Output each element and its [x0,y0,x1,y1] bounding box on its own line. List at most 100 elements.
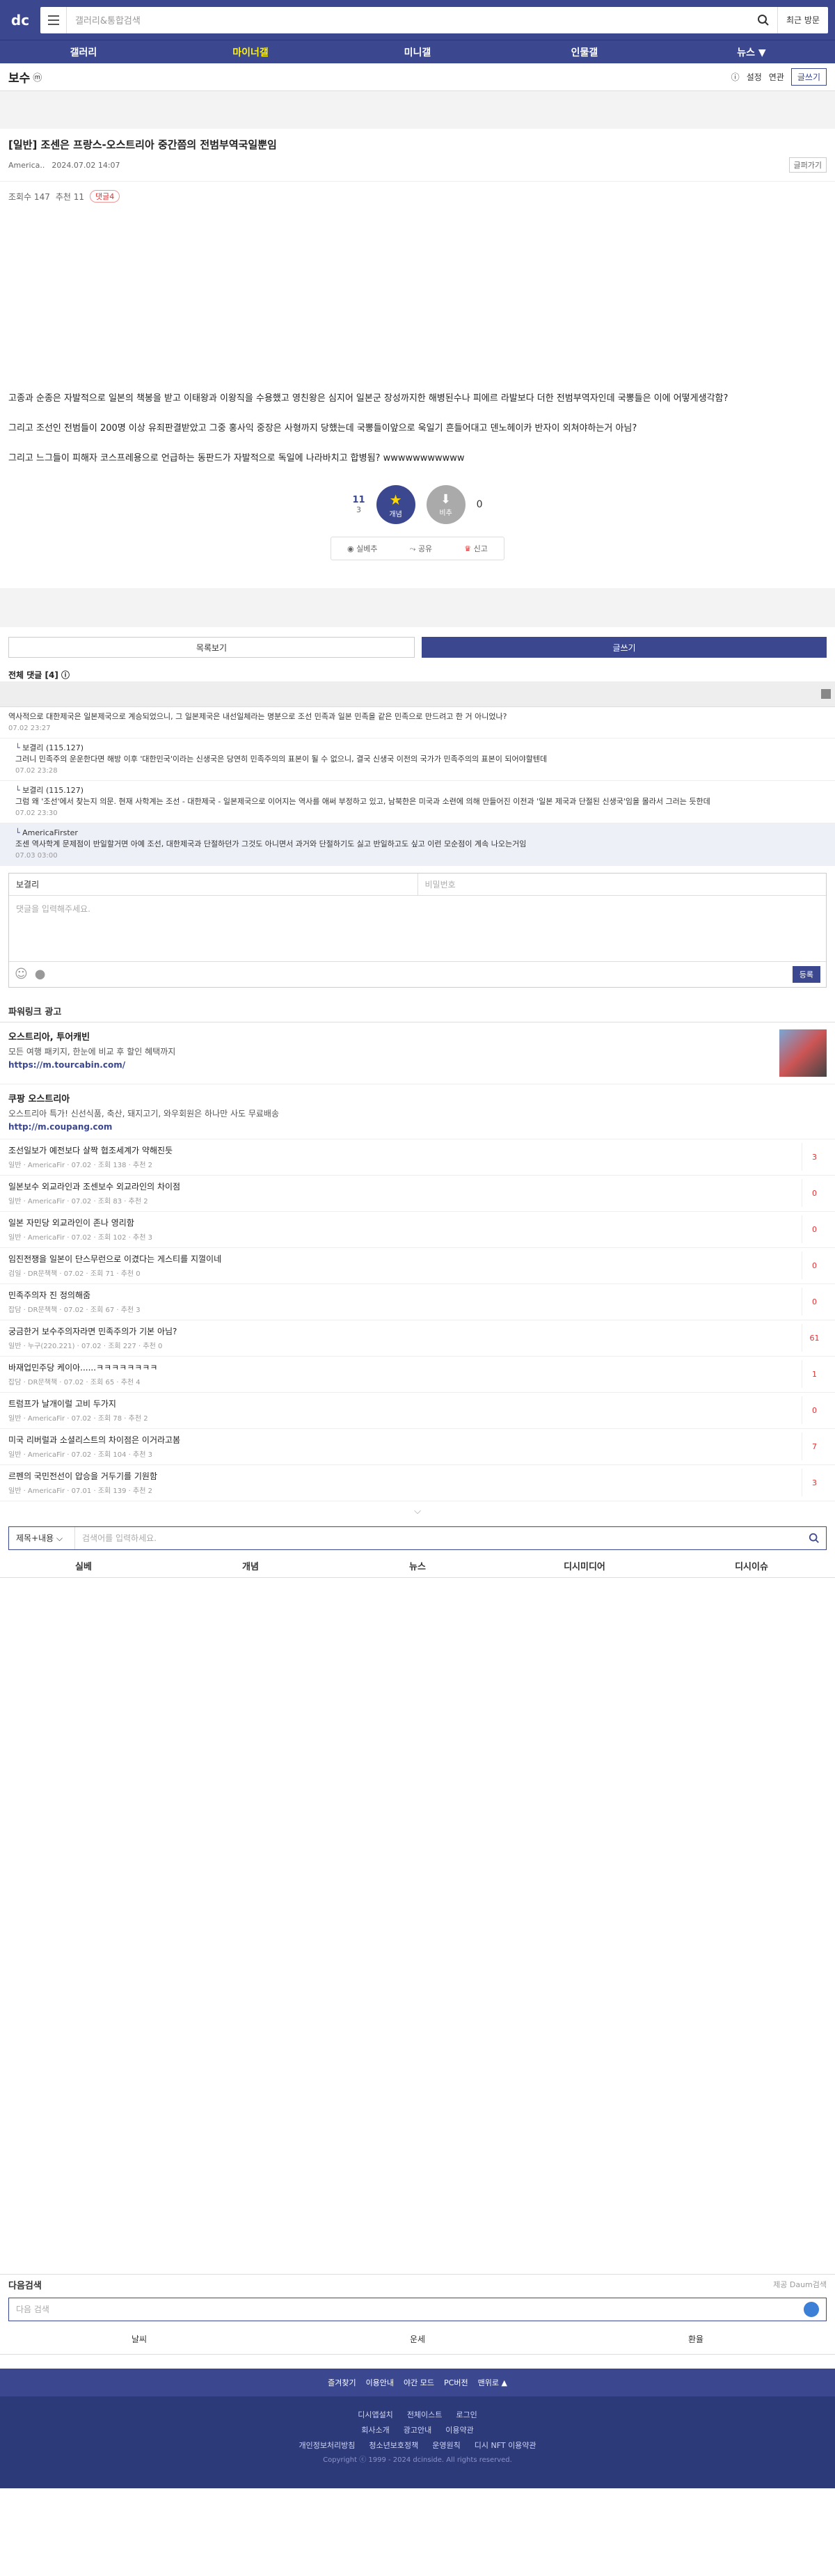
gallery-name[interactable]: 보수 [8,68,30,86]
post-list-comment-count[interactable]: 3 [802,1143,827,1171]
dc-logo[interactable]: dc [7,7,33,33]
nav-news[interactable]: 뉴스 ▼ [668,45,835,59]
daum-tab-exchange[interactable]: 환율 [557,2324,835,2354]
post-list-item[interactable]: 일본보수 외교라인과 조센보수 외교라인의 차이점 일반 · AmericaFir… [0,1176,835,1212]
menu-icon[interactable] [40,6,67,33]
best-recommend-button[interactable]: ◉ 실베추 [347,543,377,554]
daum-search-button[interactable] [804,2301,819,2317]
ad-item[interactable]: 오스트리아, 투어캐빈 모든 여행 패키지, 한눈에 비교 후 할인 혜택까지 … [0,1022,835,1084]
post-list-title[interactable]: 임진전쟁을 일본이 단스무런으로 이겼다는 게스티를 지껄이네 [8,1253,802,1265]
comment-submit-button[interactable]: 등록 [792,965,820,983]
info-icon[interactable]: ⓘ [731,71,740,83]
post-list-comment-count[interactable]: 61 [802,1324,827,1352]
post-list-title[interactable]: 일본보수 외교라인과 조센보수 외교라인의 차이점 [8,1180,802,1192]
post-list-comment-count[interactable]: 0 [802,1179,827,1208]
daum-tab-weather[interactable]: 날씨 [0,2324,278,2354]
post-list-item[interactable]: 궁금한거 보수주의자라면 민족주의가 기본 아님? 일반 · 누구(220.221… [0,1320,835,1357]
post-list-item[interactable]: 민족주의자 진 정의해줌 잡담 · DR문책책 · 07.02 · 조회 67 ·… [0,1284,835,1320]
post-list-title[interactable]: 트럼프가 날개이럴 고비 두가지 [8,1398,802,1409]
company-link[interactable]: 회사소개 [361,2423,389,2438]
pc-version-link[interactable]: PC버전 [444,2377,468,2388]
post-list-item[interactable]: 바재업민주당 케이아......ㅋㅋㅋㅋㅋㅋㅋㅋ 잡담 · DR문책책 · 07.… [0,1357,835,1393]
recent-visit-button[interactable]: 최근 방문 [777,6,828,33]
daum-tab-fortune[interactable]: 운세 [278,2324,557,2354]
post-list-item[interactable]: 조선일보가 예전보다 살짝 협조세계가 약해진듯 일반 · AmericaFir … [0,1139,835,1176]
youth-policy-link[interactable]: 청소년보호정책 [369,2438,418,2453]
nav-minor-gallery[interactable]: 마이너갤 [167,45,334,59]
post-list-title[interactable]: 조선일보가 예전보다 살짝 협조세계가 약해진듯 [8,1144,802,1156]
report-button[interactable]: ♛ 신고 [464,543,488,554]
ad-url[interactable]: http://m.coupang.com [8,1122,279,1132]
tab-dcissue[interactable]: 디시이슈 [668,1554,835,1577]
post-list-item[interactable]: 미국 리버럴과 소셜리스트의 차이점은 이거라고봄 일반 · AmericaFir… [0,1429,835,1465]
post-list-comment-count[interactable]: 0 [802,1288,827,1316]
all-list-link[interactable]: 전체이스트 [407,2408,443,2423]
ad-info-link[interactable]: 광고안내 [404,2423,431,2438]
bookmark-link[interactable]: 즐겨찾기 [328,2377,356,2388]
list-button[interactable]: 목록보기 [8,637,415,658]
ad-url[interactable]: https://m.tourcabin.com/ [8,1060,175,1070]
search-icon[interactable] [802,1533,826,1544]
comment-nick[interactable]: AmericaFirster [15,828,827,839]
search-input[interactable]: 갤러리&통합검색 [67,13,749,26]
app-install-link[interactable]: 디시앱설치 [358,2408,393,2423]
post-list-item[interactable]: 트럼프가 날개이럴 고비 두가지 일반 · AmericaFir · 07.02 … [0,1393,835,1429]
post-list-comment-count[interactable]: 3 [802,1469,827,1497]
search-icon[interactable] [749,7,777,33]
privacy-link[interactable]: 개인정보처리방침 [299,2438,355,2453]
nft-terms-link[interactable]: 디시 NFT 이용약관 [475,2438,536,2453]
ad-item[interactable]: 쿠팡 오스트리아 오스트리아 특가! 신선식품, 축산, 돼지고기, 와우회원은… [0,1084,835,1139]
night-mode-link[interactable]: 야간 모드 [404,2377,434,2388]
tab-dcmedia[interactable]: 디시미디어 [501,1554,668,1577]
downvote-button[interactable]: ⬇ 비추 [426,485,466,525]
tab-concept[interactable]: 개념 [167,1554,334,1577]
post-list-comment-count[interactable]: 0 [802,1251,827,1280]
voice-icon[interactable]: ● [35,967,46,981]
gallery-search-input[interactable]: 검색어를 입력하세요. [75,1532,802,1544]
post-list-comment-count[interactable]: 1 [802,1360,827,1389]
nav-gallery[interactable]: 갤러리 [0,45,167,59]
related-link[interactable]: 연관 [769,71,784,83]
chevron-down-icon[interactable]: ⌵ [0,1501,835,1522]
terms-link[interactable]: 이용약관 [445,2423,473,2438]
comment-password-input[interactable]: 비밀번호 [418,874,827,895]
upvote-button[interactable]: ★ 개념 [376,485,415,525]
write-button-top[interactable]: 글쓰기 [790,68,827,86]
tab-best[interactable]: 실베 [0,1554,167,1577]
ad-title[interactable]: 오스트리아, 투어캐빈 [8,1029,175,1043]
post-list-title[interactable]: 바재업민주당 케이아......ㅋㅋㅋㅋㅋㅋㅋㅋ [8,1361,802,1373]
post-list-item[interactable]: 르펜의 국민전선이 압승을 거두기를 기원함 일반 · AmericaFir · … [0,1465,835,1501]
post-list-comment-count[interactable]: 0 [802,1215,827,1244]
operation-policy-link[interactable]: 운영원칙 [432,2438,460,2453]
post-author[interactable]: America.. [8,161,45,170]
copy-post-button[interactable]: 글퍼가기 [788,157,827,173]
post-list-title[interactable]: 일본 자민당 외교라인이 존나 영리함 [8,1217,802,1228]
dccon-icon[interactable]: ☺ [15,967,28,981]
post-list-item[interactable]: 일본 자민당 외교라인이 존나 영리함 일반 · AmericaFir · 07.… [0,1212,835,1248]
comment-nick[interactable]: 보결리 (115.127) [15,785,827,797]
comment-textarea[interactable]: 댓글을 입력해주세요. [9,896,826,962]
comment-nick[interactable]: 보결리 (115.127) [15,743,827,754]
settings-link[interactable]: 설정 [747,71,762,83]
ad-thumbnail[interactable] [779,1029,827,1077]
write-button[interactable]: 글쓰기 [422,637,827,658]
nav-mini-gallery[interactable]: 미니갤 [334,45,501,59]
post-list-title[interactable]: 미국 리버럴과 소셜리스트의 차이점은 이거라고봄 [8,1434,802,1446]
post-list-title[interactable]: 민족주의자 진 정의해줌 [8,1289,802,1301]
nav-person-gallery[interactable]: 인물갤 [501,45,668,59]
post-list-comment-count[interactable]: 7 [802,1432,827,1461]
post-list-item[interactable]: 임진전쟁을 일본이 단스무런으로 이겼다는 게스티를 지껄이네 검일 · DR문책… [0,1248,835,1284]
comment-nick-input[interactable]: 보결리 [9,873,418,895]
tab-news[interactable]: 뉴스 [334,1554,501,1577]
guide-link[interactable]: 이용안내 [366,2377,394,2388]
post-list-title[interactable]: 궁금한거 보수주의자라면 민족주의가 기본 아님? [8,1325,802,1337]
post-list-title[interactable]: 르펜의 국민전선이 압승을 거두기를 기원함 [8,1470,802,1482]
ad-title[interactable]: 쿠팡 오스트리아 [8,1091,279,1105]
login-link[interactable]: 로그인 [456,2408,477,2423]
search-type-select[interactable]: 제목+내용 ⌵ [9,1526,75,1549]
close-icon[interactable] [821,689,831,700]
daum-search-input[interactable]: 다음 검색 [8,2297,827,2321]
share-button[interactable]: ⤳ 공유 [410,543,433,554]
scroll-top-link[interactable]: 맨위로 ▲ [478,2377,507,2388]
post-list-comment-count[interactable]: 0 [802,1396,827,1425]
